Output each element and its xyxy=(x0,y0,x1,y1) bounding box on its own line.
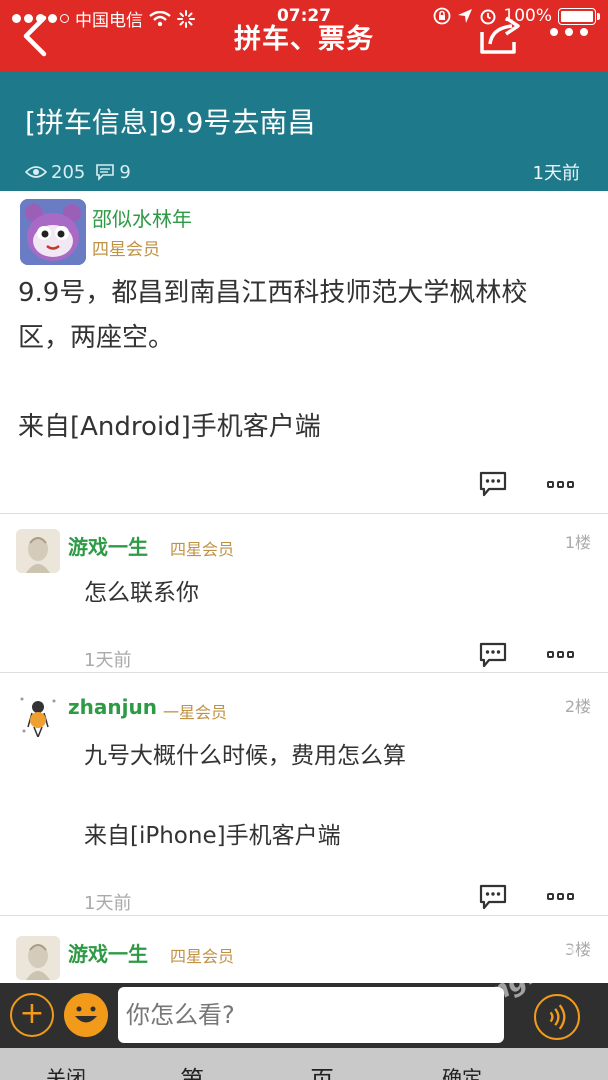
view-count: 205 xyxy=(51,161,86,183)
reply-text: 九号大概什么时候，费用怎么算 xyxy=(84,743,406,769)
page-label-prefix: 第 xyxy=(180,1066,204,1080)
page-jump-bar: 关闭 第 页 确定 xyxy=(0,1048,608,1080)
comment-input[interactable] xyxy=(118,987,504,1043)
reply-author-rank: 四星会员 xyxy=(170,540,235,559)
reply-more-icon[interactable] xyxy=(547,651,574,658)
post-author-name[interactable]: 邵似水林年 xyxy=(92,203,192,232)
avatar[interactable] xyxy=(16,936,60,980)
thread-posted-time: 1天前 xyxy=(532,163,580,184)
cartoon-figure-avatar-icon xyxy=(16,693,60,737)
thread-header: [拼车信息]9.9号去南昌 205 9 1天前 xyxy=(0,71,608,191)
close-button[interactable]: 关闭 xyxy=(46,1062,86,1080)
post-client-source: 来自[Android]手机客户端 xyxy=(18,412,321,442)
reply-time: 1天前 xyxy=(84,893,132,914)
avatar[interactable] xyxy=(16,529,60,573)
confirm-button[interactable]: 确定 xyxy=(442,1062,482,1080)
reply-more-icon[interactable] xyxy=(547,893,574,900)
post-author-rank: 四星会员 xyxy=(92,240,160,260)
top-bar: 中国电信 07:27 100% 拼车、票务 xyxy=(0,0,608,71)
sketch-figure-avatar-icon xyxy=(16,529,60,573)
reply-author-rank: 一星会员 xyxy=(163,703,228,722)
floor-number: 1楼 xyxy=(564,533,591,552)
reply-item: 游戏一生 四星会员 1楼 怎么联系你 1天前 xyxy=(0,514,608,672)
post-text-line: 9.9号，都昌到南昌江西科技师范大学枫林校 xyxy=(18,278,528,308)
reply-author-rank: 四星会员 xyxy=(170,947,235,966)
reply-comment-icon[interactable] xyxy=(479,471,507,497)
reply-time: 1天前 xyxy=(84,650,132,671)
sketch-figure-avatar-icon xyxy=(16,936,60,980)
page-label-suffix: 页 xyxy=(310,1066,334,1080)
reply-item: zhanjun 一星会员 2楼 九号大概什么时候，费用怎么算 来自[iPhone… xyxy=(0,673,608,915)
reply-text: 怎么联系你 xyxy=(84,580,199,606)
emoji-icon[interactable] xyxy=(64,993,108,1037)
eye-icon xyxy=(25,166,47,178)
reply-client-source: 来自[iPhone]手机客户端 xyxy=(84,823,341,849)
reply-author-name[interactable]: 游戏一生 xyxy=(68,938,148,967)
avatar[interactable] xyxy=(16,693,60,737)
post-body: 9.9号，都昌到南昌江西科技师范大学枫林校 区，两座空。 来自[Android]… xyxy=(18,271,598,450)
more-menu-icon[interactable] xyxy=(550,28,588,36)
reply-comment-icon[interactable] xyxy=(479,884,507,910)
purple-monster-avatar-icon xyxy=(20,199,86,265)
add-attachment-button[interactable]: + xyxy=(10,993,54,1037)
main-post: 邵似水林年 四星会员 9.9号，都昌到南昌江西科技师范大学枫林校 区，两座空。 … xyxy=(0,191,608,513)
avatar[interactable] xyxy=(20,199,86,265)
post-more-icon[interactable] xyxy=(547,481,574,488)
post-text-line: 区，两座空。 xyxy=(18,323,175,353)
reply-author-name[interactable]: zhanjun xyxy=(68,695,157,719)
voice-input-icon[interactable] xyxy=(534,994,580,1040)
thread-title: [拼车信息]9.9号去南昌 xyxy=(25,106,316,139)
reply-comment-icon[interactable] xyxy=(479,642,507,668)
reply-count: 9 xyxy=(119,161,131,183)
comment-count-icon xyxy=(96,164,115,181)
reply-author-name[interactable]: 游戏一生 xyxy=(68,531,148,560)
floor-number: 2楼 xyxy=(564,697,591,716)
share-icon[interactable] xyxy=(478,12,524,56)
thread-meta: 205 9 1天前 xyxy=(25,159,580,185)
